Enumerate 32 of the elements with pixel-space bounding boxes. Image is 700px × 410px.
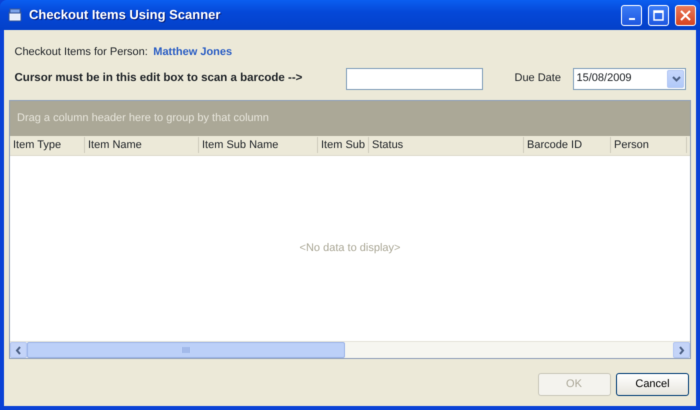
group-by-hint: Drag a column header here to group by that column bbox=[10, 100, 690, 136]
person-name: Matthew Jones bbox=[153, 45, 232, 60]
column-header[interactable]: Barcode ID bbox=[524, 137, 611, 153]
barcode-field[interactable] bbox=[346, 68, 482, 90]
column-header[interactable]: Item Sub Name bbox=[199, 137, 318, 153]
scan-instruction: Cursor must be in this edit box to scan a barcode --> bbox=[14, 70, 304, 86]
chevron-right-icon bbox=[678, 346, 685, 354]
maximize-icon bbox=[653, 10, 664, 20]
chevron-left-icon bbox=[15, 346, 22, 354]
chevron-down-icon bbox=[672, 76, 681, 82]
app-icon bbox=[7, 7, 23, 23]
maximize-button[interactable] bbox=[648, 4, 669, 26]
due-date-field[interactable]: 15/08/2009 bbox=[572, 68, 686, 90]
cancel-button[interactable]: Cancel bbox=[616, 373, 689, 396]
scroll-left-button[interactable] bbox=[10, 342, 27, 358]
dropdown-button[interactable] bbox=[666, 70, 684, 88]
empty-message: <No data to display> bbox=[300, 241, 400, 256]
window-title: Checkout Items Using Scanner bbox=[29, 6, 222, 24]
minimize-icon bbox=[628, 18, 634, 20]
column-header[interactable]: Item Name bbox=[85, 137, 199, 153]
column-header[interactable]: Status bbox=[369, 137, 524, 153]
scroll-right-button[interactable] bbox=[673, 342, 690, 358]
scrollbar-thumb[interactable] bbox=[27, 342, 345, 358]
person-label: Checkout Items for Person: bbox=[14, 45, 148, 60]
minimize-button[interactable] bbox=[621, 4, 642, 26]
column-header[interactable]: Person bbox=[611, 137, 687, 153]
close-button[interactable] bbox=[675, 4, 696, 26]
close-icon bbox=[680, 10, 691, 20]
due-date-label: Due Date bbox=[514, 71, 562, 86]
column-header[interactable]: Item Type bbox=[10, 137, 85, 153]
grip-icon bbox=[182, 347, 190, 353]
column-header[interactable]: Item Sub bbox=[318, 137, 369, 153]
